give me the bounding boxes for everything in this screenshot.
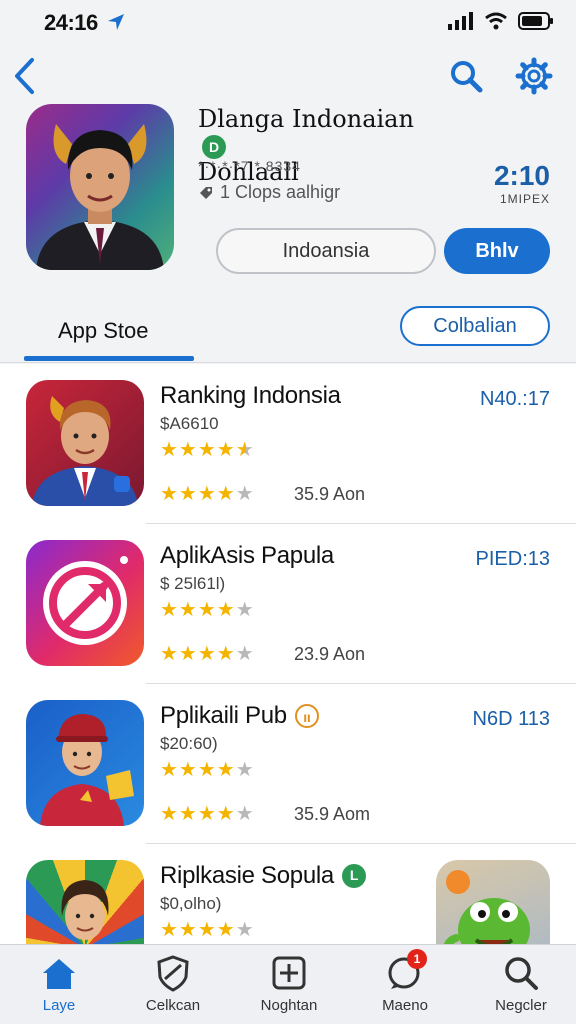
app-title-text: Ranking Indonsia <box>160 382 341 409</box>
green-monster-icon <box>443 870 530 944</box>
search-icon <box>451 61 483 93</box>
app-size: 23.9 Aon <box>294 644 366 664</box>
tab-bar-item-negcler[interactable]: Negcler <box>466 953 576 1021</box>
app-price: $0,olho) <box>160 894 222 913</box>
app-price: $20:60) <box>160 734 218 753</box>
app-code: PIED:13 <box>475 548 550 570</box>
nav-bar <box>0 50 576 104</box>
chat-bubble-icon: 1 <box>385 949 427 993</box>
tab-bar-item-home[interactable]: Laye <box>4 953 114 1021</box>
app-title-text: AplikAsis Papula <box>160 542 334 569</box>
tab-bar: Laye Celkcan Noghtan 1 Maeno Negcler <box>0 944 576 1024</box>
list-item[interactable]: AplikAsis Papula $ 25l61l) ★★★★★ ★★★★★ 2… <box>0 524 576 684</box>
tab-app-store[interactable]: App Stoe <box>24 300 194 362</box>
app-title-text: Riplkasie Sopula <box>160 862 334 889</box>
app-code: N6D 113 <box>472 708 550 730</box>
featured-rating: *·*·*·*7 * 8334 <box>198 158 301 174</box>
tab-bar-label: Negcler <box>495 997 547 1014</box>
arrow-circle-icon <box>43 556 128 645</box>
tab-bar-item-celkcan[interactable]: Celkcan <box>118 953 228 1021</box>
home-icon <box>39 953 79 993</box>
featured-app-icon[interactable] <box>26 104 174 270</box>
app-icon <box>26 700 144 826</box>
tab-bar-label: Noghtan <box>260 997 318 1014</box>
app-icon <box>26 860 144 944</box>
star-rating-secondary: ★★★★★ <box>160 643 255 665</box>
featured-sub: 1MIPEX <box>499 192 550 206</box>
app-title-text: Pplikaili Pub <box>160 702 287 729</box>
tag-icon <box>200 186 212 199</box>
list-item[interactable]: Ranking Indonsia $A6610 ★★★★★ ★★★★★ 35.9… <box>0 364 576 524</box>
star-rating: ★★★★★ <box>160 919 255 941</box>
app-price: $ 25l61l) <box>160 574 226 593</box>
star-rating: ★★★★★ <box>160 759 255 781</box>
shield-icon <box>153 953 193 993</box>
verified-badge: D <box>202 134 226 159</box>
featured-title-line1: Dlanga Indonaian <box>198 105 414 133</box>
star-rating-secondary: ★★★★★ <box>160 803 255 825</box>
star-rating: ★★★★★ <box>160 439 255 461</box>
app-title: Pplikaili Pub ıı <box>160 702 319 730</box>
tab-underline <box>24 356 194 361</box>
status-bar: 24:16 <box>0 0 576 48</box>
list-item[interactable]: Pplikaili Pub ıı $20:60) ★★★★★ ★★★★★ 35.… <box>0 684 576 844</box>
tab-bar-item-maeno[interactable]: 1 Maeno <box>350 949 460 1021</box>
title-badge: L <box>341 864 366 888</box>
avatar-illustration <box>32 396 138 506</box>
featured-meta: 1 Clops aalhigr <box>198 182 340 203</box>
app-size: 35.9 Aon <box>294 484 366 504</box>
app-code: N40.:17 <box>479 388 550 410</box>
app-title: AplikAsis Papula <box>160 542 334 570</box>
app-price: $A6610 <box>160 414 219 433</box>
app-icon <box>26 540 144 666</box>
divider <box>0 362 576 363</box>
avatar-illustration <box>40 714 134 826</box>
featured-meta-text: 1 Clops aalhigr <box>220 182 341 202</box>
tab-bar-label: Maeno <box>382 997 428 1014</box>
featured-app: Dlanga Indonaian D Dohlaall *·*·*·*7 * 8… <box>0 100 576 290</box>
featured-time: 2:10 <box>493 160 550 191</box>
side-app-icon[interactable] <box>436 860 550 944</box>
search-icon <box>501 953 541 993</box>
search-button[interactable] <box>446 56 486 96</box>
region-button[interactable]: Indoansia <box>216 228 436 274</box>
avatar-illustration <box>61 880 109 940</box>
get-button[interactable]: Bhlv <box>444 228 550 274</box>
app-title: Ranking Indonsia <box>160 382 341 410</box>
back-button[interactable] <box>6 54 42 98</box>
signal-icon <box>448 12 473 30</box>
tab-collection[interactable]: Colbalian <box>400 306 550 346</box>
tab-bar-item-noghtan[interactable]: Noghtan <box>234 953 344 1021</box>
tab-bar-label: Celkcan <box>145 997 201 1014</box>
tab-bar-label: Laye <box>42 997 76 1014</box>
notification-badge: 1 <box>407 949 427 969</box>
plus-square-icon <box>269 953 309 993</box>
star-rating: ★★★★★ <box>160 599 255 621</box>
status-time: 24:16 <box>44 10 98 35</box>
star-rating-secondary: ★★★★★ <box>160 483 255 505</box>
list-item[interactable]: Riplkasie Sopula L $0,olho) ★★★★★ <box>0 844 576 944</box>
app-list: Ranking Indonsia $A6610 ★★★★★ ★★★★★ 35.9… <box>0 364 576 944</box>
segment-tabs: App Stoe Colbalian <box>0 300 576 364</box>
app-size: 35.9 Aom <box>294 804 371 824</box>
avatar-illustration <box>36 124 164 270</box>
battery-icon <box>518 12 553 30</box>
wifi-icon <box>485 12 507 30</box>
location-arrow-icon <box>108 14 124 30</box>
app-title: Riplkasie Sopula L <box>160 862 366 890</box>
chevron-left-icon <box>15 58 34 94</box>
app-icon <box>26 380 144 506</box>
title-badge: ıı <box>294 704 319 728</box>
gear-icon <box>515 57 553 95</box>
status-icons <box>448 12 554 30</box>
settings-button[interactable] <box>512 54 556 98</box>
